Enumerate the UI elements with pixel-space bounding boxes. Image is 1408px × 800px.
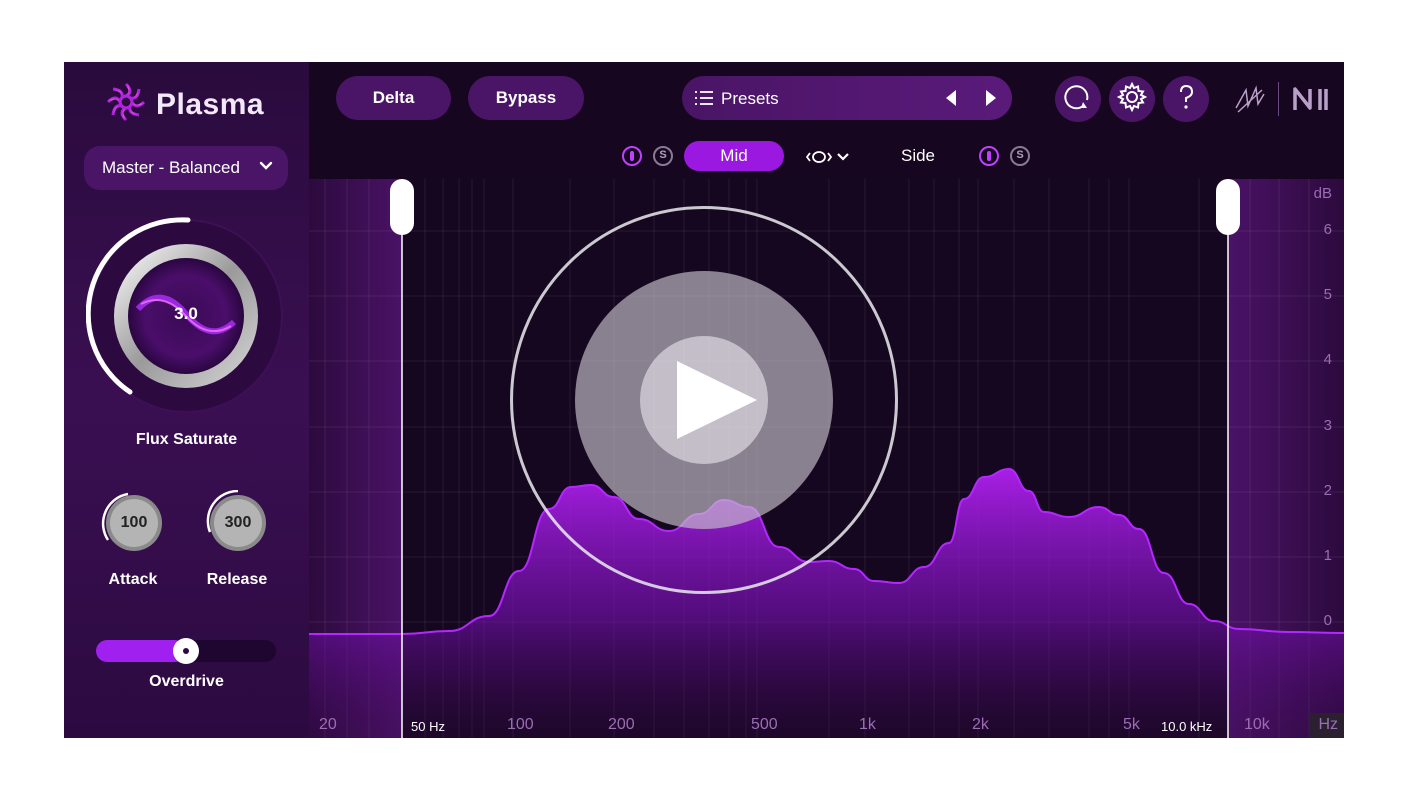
- db-tick-label: 2: [1323, 482, 1332, 499]
- mid-button[interactable]: Mid: [684, 141, 784, 171]
- release-knob[interactable]: 300: [204, 489, 270, 556]
- mid-solo-toggle[interactable]: S: [653, 146, 673, 166]
- logo-divider: [1278, 82, 1279, 116]
- help-button[interactable]: [1163, 76, 1209, 122]
- overdrive-thumb[interactable]: [173, 638, 199, 664]
- overdrive-slider[interactable]: [96, 638, 276, 664]
- hz-unit-label: Hz: [1318, 716, 1338, 733]
- frequency-tick-label: 10k: [1244, 716, 1270, 733]
- bypass-button[interactable]: Bypass: [468, 76, 584, 120]
- chevron-down-icon: [258, 158, 274, 179]
- flux-saturate-value: 3.0: [174, 304, 198, 323]
- play-icon: [674, 360, 758, 445]
- gear-icon: [1116, 81, 1148, 117]
- db-tick-label: 5: [1323, 286, 1332, 303]
- left-panel: Plasma Master - Balanced 3.0 Flux Satura…: [64, 62, 309, 738]
- db-tick-label: 1: [1323, 547, 1332, 564]
- frequency-tick-label: 5k: [1123, 716, 1140, 733]
- next-preset-icon[interactable]: [984, 89, 998, 112]
- frequency-tick-label: 100: [507, 716, 534, 733]
- side-label: Side: [900, 146, 936, 165]
- db-tick-label: 6: [1323, 221, 1332, 238]
- previous-preset-icon[interactable]: [944, 89, 958, 112]
- plasma-logo-icon: [104, 80, 148, 129]
- db-tick-label: 4: [1323, 351, 1332, 368]
- frequency-tick-label: 1k: [859, 716, 876, 733]
- play-overlay[interactable]: [510, 206, 898, 594]
- plugin-window: Plasma Master - Balanced 3.0 Flux Satura…: [64, 62, 1344, 738]
- settings-button[interactable]: [1109, 76, 1155, 122]
- side-link-toggle[interactable]: [979, 146, 999, 166]
- frequency-tick-label: 20: [319, 716, 337, 733]
- mid-link-toggle[interactable]: [622, 146, 642, 166]
- db-unit-label: dB: [1313, 185, 1332, 202]
- flux-saturate-knob[interactable]: 3.0: [85, 214, 286, 414]
- flux-saturate-label: Flux Saturate: [135, 431, 238, 448]
- high-cut-frequency-label: 10.0 kHz: [1161, 719, 1213, 734]
- attack-value: 100: [120, 514, 148, 531]
- list-icon: [694, 89, 714, 112]
- low-cut-frequency-label: 50 Hz: [411, 719, 445, 734]
- db-tick-label: 0: [1323, 612, 1332, 629]
- help-icon: [1171, 82, 1201, 117]
- side-solo-toggle[interactable]: S: [1010, 146, 1030, 166]
- frequency-tick-label: 200: [608, 716, 635, 733]
- bypass-label: Bypass: [495, 88, 557, 107]
- release-value: 300: [224, 514, 252, 531]
- attack-label: Attack: [108, 571, 158, 588]
- high-cut-handle[interactable]: [1216, 179, 1240, 235]
- side-button[interactable]: Side: [888, 141, 948, 171]
- assistant-button[interactable]: [1055, 76, 1101, 122]
- frequency-tick-label: 2k: [972, 716, 989, 733]
- play-button[interactable]: [640, 336, 768, 464]
- db-tick-label: 3: [1323, 417, 1332, 434]
- presets-label: Presets: [721, 89, 779, 108]
- native-instruments-logo-icon: [1292, 86, 1332, 117]
- preset-dropdown[interactable]: Master - Balanced: [84, 146, 288, 190]
- attack-knob[interactable]: 100: [100, 490, 166, 556]
- stereo-link-dropdown[interactable]: [805, 147, 854, 172]
- delta-label: Delta: [372, 88, 415, 107]
- frequency-tick-label: 500: [751, 716, 778, 733]
- preset-dropdown-value: Master - Balanced: [102, 158, 240, 177]
- low-cut-handle[interactable]: [390, 179, 414, 235]
- assistant-icon: [1063, 82, 1093, 117]
- logo: Plasma: [104, 80, 264, 129]
- mid-label: Mid: [720, 146, 748, 165]
- presets-bar[interactable]: Presets: [682, 76, 1012, 120]
- release-label: Release: [206, 571, 268, 588]
- izotope-logo-icon: [1232, 82, 1268, 123]
- overdrive-label: Overdrive: [149, 673, 224, 690]
- delta-button[interactable]: Delta: [336, 76, 451, 120]
- app-title: Plasma: [156, 87, 265, 121]
